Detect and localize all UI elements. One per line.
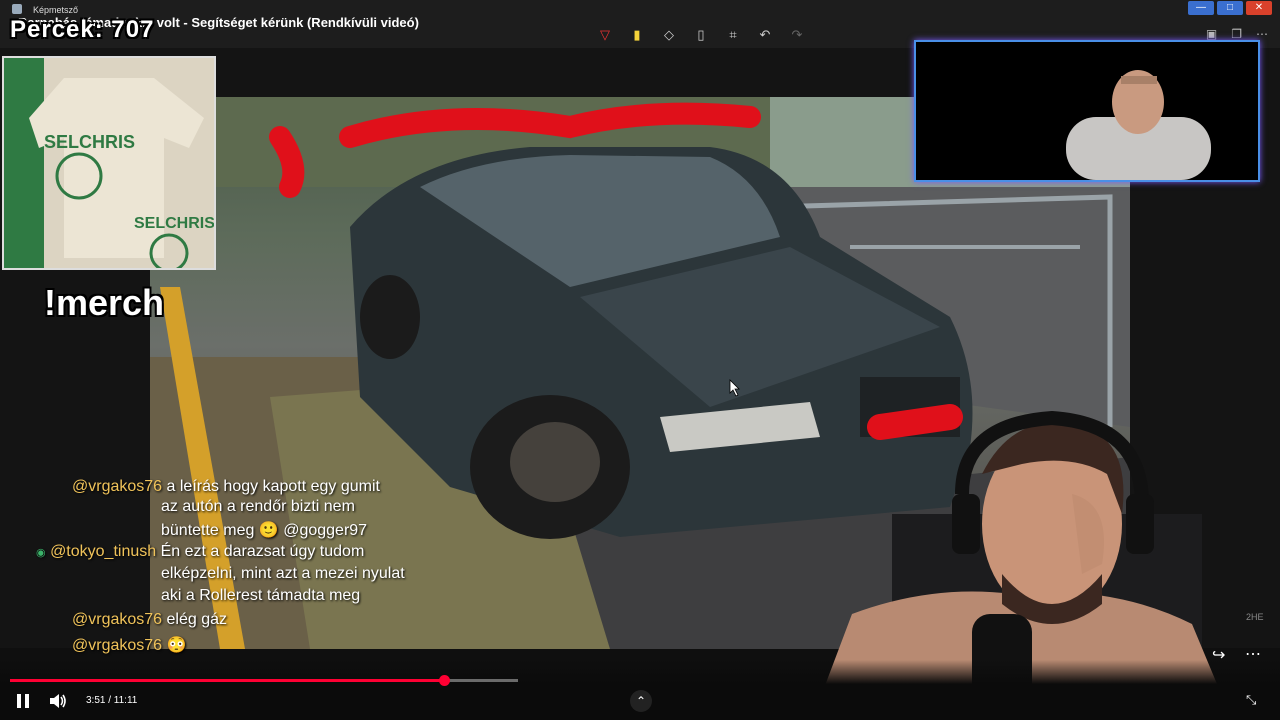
volume-icon[interactable]: [48, 692, 68, 710]
chat-message: aki a Rollerest támadta meg: [161, 587, 361, 604]
pause-icon[interactable]: [14, 692, 32, 710]
progress-fill: [10, 679, 444, 682]
pen-icon[interactable]: ▽: [596, 26, 614, 44]
save-icon[interactable]: ▣: [1206, 27, 1217, 41]
chat-message: @vrgakos76 😳: [72, 637, 187, 654]
time-display: 3:51 / 11:11: [86, 695, 138, 706]
chat-message: elképzelni, mint azt a mezei nyulat: [161, 565, 405, 582]
share-icon[interactable]: ↪: [1212, 645, 1225, 665]
chat-message: az autón a rendőr bizti nem: [161, 498, 355, 515]
more-icon[interactable]: ⋯: [1245, 644, 1261, 664]
app-title: Képmetsző: [33, 5, 79, 15]
exit-fullscreen-icon[interactable]: ⤡: [1246, 692, 1256, 708]
chat-message: ◉ @tokyo_tinush Én ezt a darazsat úgy tu…: [36, 543, 365, 560]
progress-scrubber[interactable]: [438, 675, 450, 686]
chat-message: @vrgakos76 elég gáz: [72, 611, 228, 628]
merch-command-label: !merch: [44, 282, 165, 323]
webcam-guest: [914, 40, 1260, 182]
chat-message: büntette meg 🙂 @gogger97: [161, 522, 368, 539]
eraser-icon[interactable]: ◇: [660, 26, 678, 44]
merch-image: SELCHRIS SELCHRIS: [2, 56, 216, 270]
minutes-counter: Percek: 707: [10, 16, 155, 43]
copy-icon[interactable]: ❐: [1231, 27, 1242, 41]
badge-icon: ◉: [36, 547, 46, 559]
annotation-toolbar: ▽ ▮ ◇ ▯ ⌗ ↶ ↷: [596, 26, 806, 44]
ruler-icon[interactable]: ▯: [692, 26, 710, 44]
minimize-button[interactable]: —: [1188, 1, 1214, 15]
maximize-button[interactable]: □: [1217, 1, 1243, 15]
close-button[interactable]: ✕: [1246, 1, 1272, 15]
app-icon: [12, 4, 22, 14]
redo-icon[interactable]: ↷: [788, 26, 806, 44]
side-badge: 2HE: [1246, 612, 1264, 622]
more-options-icon[interactable]: ⋯: [1256, 27, 1268, 41]
merch-brand-text-2: SELCHRIS: [134, 215, 214, 232]
chevron-up-icon[interactable]: ⌃: [630, 690, 652, 712]
chat-message: @vrgakos76 a leírás hogy kapott egy gumi…: [72, 478, 380, 495]
merch-brand-text: SELCHRIS: [44, 132, 135, 152]
crop-icon[interactable]: ⌗: [724, 26, 742, 44]
progress-bar[interactable]: [10, 675, 518, 686]
undo-icon[interactable]: ↶: [756, 26, 774, 44]
highlighter-icon[interactable]: ▮: [628, 26, 646, 44]
